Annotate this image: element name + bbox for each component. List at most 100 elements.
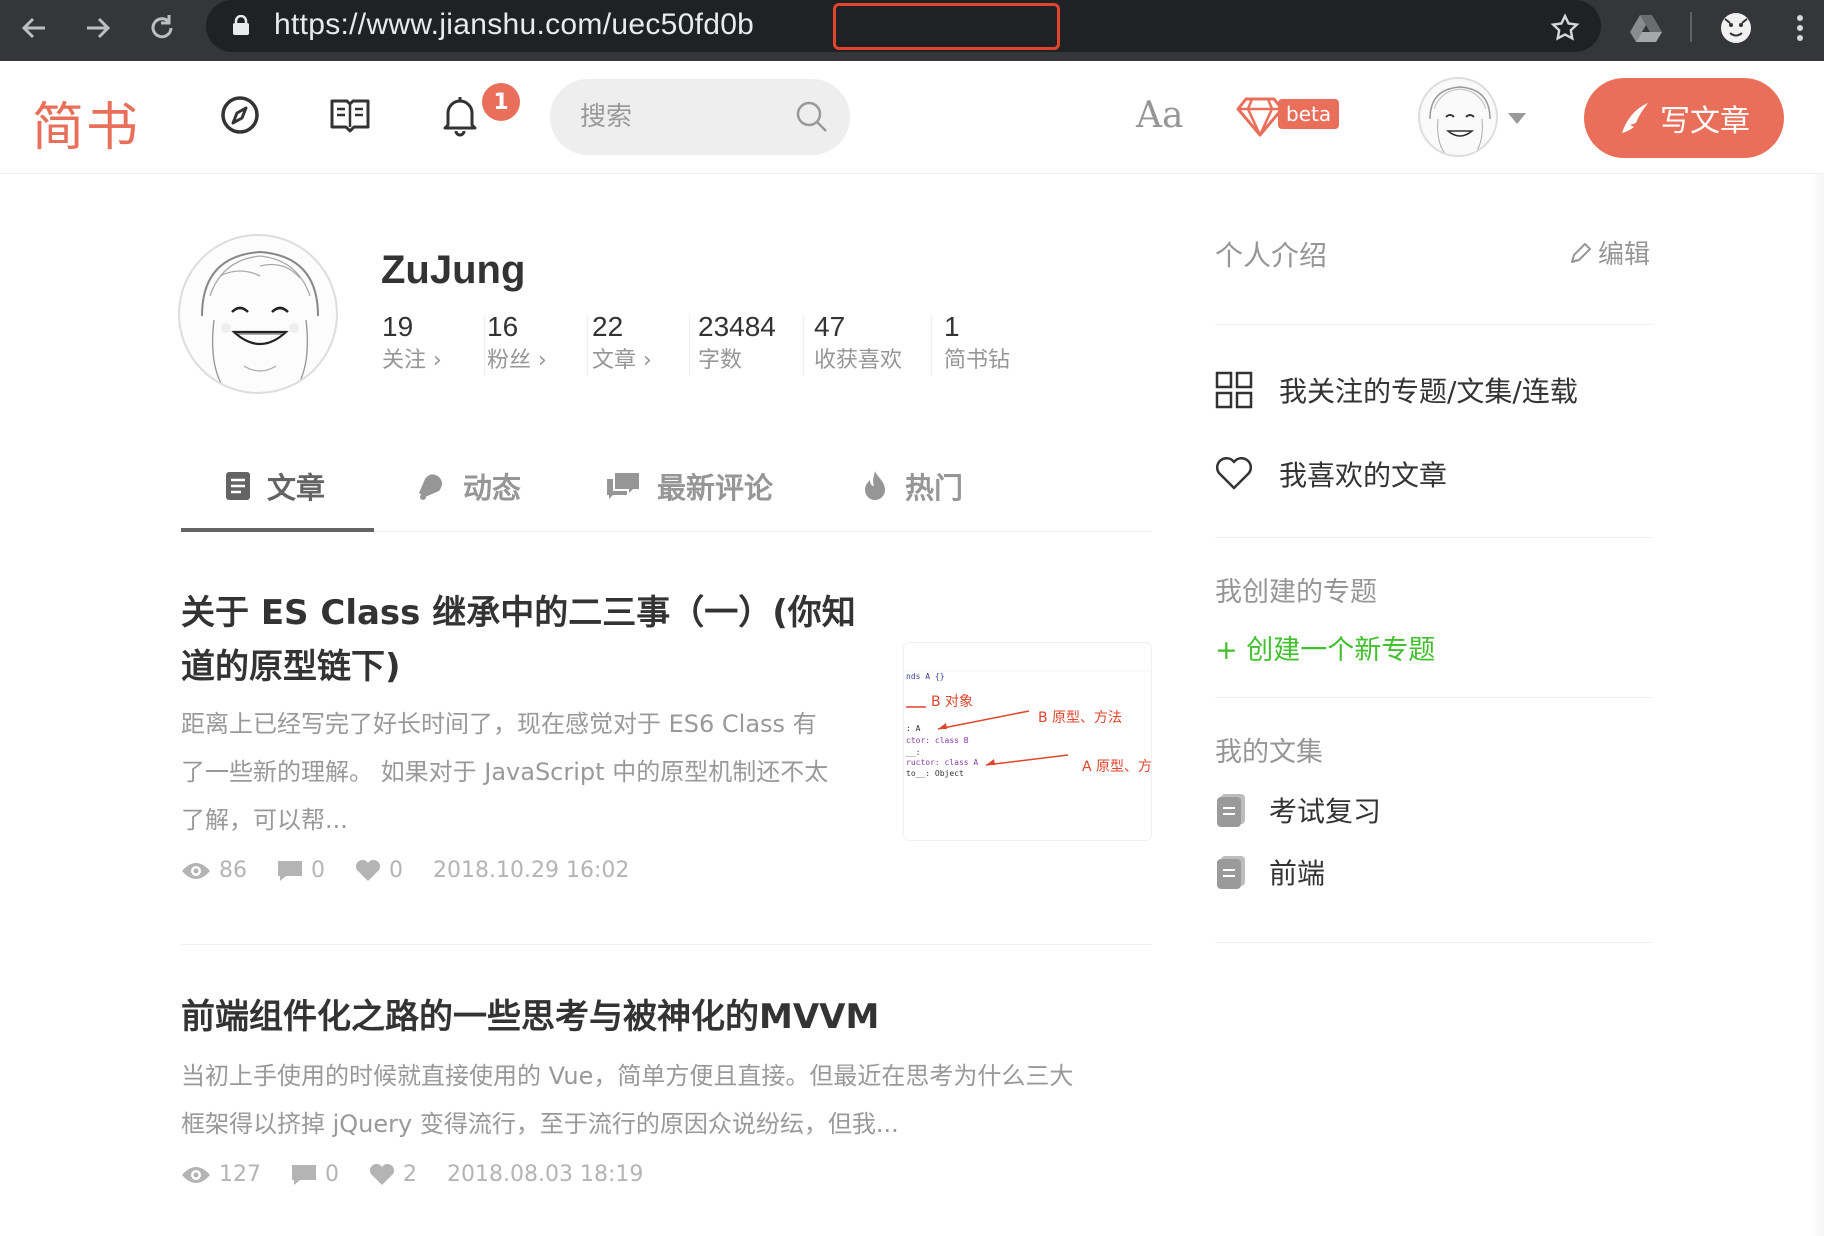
article-meta: 127 0 2 2018.08.03 18:19: [181, 1162, 1152, 1187]
chevron-down-icon[interactable]: [1508, 113, 1526, 124]
comment-icon: [292, 1164, 316, 1185]
thumb-annotation: B 对象: [931, 694, 973, 710]
views-value: 86: [219, 858, 247, 883]
views-count: 127: [181, 1162, 261, 1187]
sidebar-divider: [1215, 537, 1652, 538]
stat-number: 16: [487, 311, 519, 342]
article-title[interactable]: 前端组件化之路的一些思考与被神化的MVVM: [181, 990, 1152, 1044]
edit-intro-button[interactable]: 编辑: [1568, 234, 1650, 271]
collection-item[interactable]: 考试复习: [1215, 790, 1381, 830]
notebook-icon: [1217, 794, 1245, 827]
stat-articles[interactable]: 22 文章 ›: [588, 310, 690, 380]
sidebar-link-liked[interactable]: 我喜欢的文章: [1215, 449, 1447, 499]
thumb-code-line: : A: [906, 724, 921, 733]
profile-stats: 19 关注 › 16 粉丝 › 22 文章 › 23484 字数 47 收获喜欢…: [382, 310, 1042, 380]
stat-followers[interactable]: 16 粉丝 ›: [485, 310, 588, 380]
article-item: 前端组件化之路的一些思考与被神化的MVVM 当初上手使用的时候就直接使用的 Vu…: [181, 990, 1152, 1187]
article-title[interactable]: 关于 ES Class 继承中的二三事（一）(你知 道的原型链下): [181, 586, 881, 694]
stat-label: 粉丝 ›: [487, 348, 547, 373]
grid-icon: [1215, 371, 1253, 409]
user-avatar[interactable]: [1418, 77, 1498, 157]
comments-count[interactable]: 0: [277, 858, 325, 883]
sidebar-link-label: 我关注的专题/文集/连载: [1279, 375, 1578, 408]
created-topics-title: 我创建的专题: [1215, 577, 1377, 608]
comments-value: 0: [311, 858, 325, 883]
likes-value: 0: [389, 858, 403, 883]
article-date: 2018.08.03 18:19: [447, 1162, 644, 1187]
article-abstract-line: 了一些新的理解。 如果对于 JavaScript 中的原型机制还不太: [181, 758, 829, 786]
forward-arrow-icon[interactable]: [78, 8, 118, 48]
comments-icon: [607, 473, 639, 499]
comments-value: 0: [325, 1162, 339, 1187]
search-input[interactable]: [580, 97, 780, 137]
article-title-line: 关于 ES Class 继承中的二三事（一）(你知: [181, 593, 856, 633]
stat-likes: 47 收获喜欢: [804, 310, 932, 380]
collections-title: 我的文集: [1215, 737, 1323, 768]
lock-icon: [233, 15, 249, 35]
stat-following[interactable]: 19 关注 ›: [382, 310, 485, 380]
sidebar-link-label: 我喜欢的文章: [1279, 459, 1448, 492]
collection-label: 前端: [1269, 857, 1326, 890]
write-article-label: 写文章: [1660, 104, 1750, 139]
compass-icon[interactable]: [218, 93, 262, 137]
tab-label: 最新评论: [657, 471, 774, 505]
collection-label: 考试复习: [1269, 795, 1382, 828]
sidebar-divider: [1215, 697, 1652, 698]
tab-latest-comments[interactable]: 最新评论: [605, 454, 773, 518]
thumb-code-line: ructor: class A: [906, 758, 978, 767]
stat-number: 23484: [698, 311, 776, 342]
profile-avatar[interactable]: [178, 234, 338, 394]
comments-count[interactable]: 0: [291, 1162, 339, 1187]
article-abstract: 当初上手使用的时候就直接使用的 Vue，简单方便且直接。但最近在思考为什么三大 …: [181, 1052, 1152, 1148]
stat-diamonds: 1 简书钻: [932, 310, 1042, 380]
tab-activity[interactable]: 动态: [415, 454, 521, 518]
stat-number: 22: [592, 311, 624, 342]
page-scrollbar[interactable]: [1810, 174, 1824, 1236]
stat-label: 文章 ›: [592, 348, 652, 373]
stat-label: 字数: [698, 348, 743, 373]
drive-icon[interactable]: [1626, 8, 1666, 48]
create-topic-link[interactable]: + 创建一个新专题: [1215, 628, 1435, 667]
thumb-code-line: nds A {}: [906, 672, 945, 681]
stat-number: 47: [814, 311, 846, 342]
tab-hot[interactable]: 热门: [861, 454, 963, 518]
font-size-toggle[interactable]: Aa: [1136, 95, 1183, 136]
comment-icon: [278, 860, 302, 881]
profile-icon[interactable]: [1716, 8, 1756, 48]
article-thumbnail[interactable]: nds A {} : A ctor: class B __: ructor: c…: [903, 642, 1152, 841]
tab-label: 动态: [463, 471, 522, 505]
site-header: 简书 1 Aa beta: [0, 61, 1824, 174]
sidebar-link-following[interactable]: 我关注的专题/文集/连载: [1215, 365, 1578, 415]
likes-count: 2: [369, 1162, 417, 1187]
document-icon: [226, 472, 250, 500]
stat-label: 关注 ›: [382, 348, 442, 373]
article-abstract-line: 当初上手使用的时候就直接使用的 Vue，简单方便且直接。但最近在思考为什么三大: [181, 1062, 1074, 1090]
menu-dots-icon[interactable]: [1780, 8, 1820, 48]
article-abstract-line: 距离上已经写完了好长时间了，现在感觉对于 ES6 Class 有: [181, 710, 817, 738]
bell-ring-icon: [419, 474, 442, 500]
star-icon[interactable]: [1545, 8, 1585, 48]
beta-diamond-link[interactable]: beta: [1236, 95, 1344, 137]
views-count: 86: [181, 858, 247, 883]
tab-articles[interactable]: 文章: [225, 454, 325, 518]
toolbar-divider: [1690, 12, 1692, 42]
notebook-icon: [1217, 856, 1245, 889]
intro-title: 个人介绍: [1215, 239, 1328, 272]
address-bar[interactable]: https://www.jianshu.com/uec50fd0b: [206, 0, 1601, 52]
likes-count: 0: [355, 858, 403, 883]
collection-item[interactable]: 前端: [1215, 852, 1325, 892]
beta-tag: beta: [1278, 99, 1340, 129]
search-icon[interactable]: [794, 99, 830, 135]
book-icon[interactable]: [328, 93, 372, 137]
site-logo[interactable]: 简书: [32, 85, 140, 160]
heart-icon: [1216, 457, 1252, 490]
thumb-annotation: B 原型、方法: [1038, 710, 1122, 726]
likes-value: 2: [403, 1162, 417, 1187]
back-arrow-icon[interactable]: [14, 8, 54, 48]
views-value: 127: [219, 1162, 261, 1187]
write-article-button[interactable]: 写文章: [1584, 78, 1784, 158]
stat-label: 简书钻: [944, 348, 1011, 373]
heart-icon: [369, 1163, 395, 1185]
reload-icon[interactable]: [142, 8, 182, 48]
bell-icon[interactable]: [438, 93, 482, 137]
